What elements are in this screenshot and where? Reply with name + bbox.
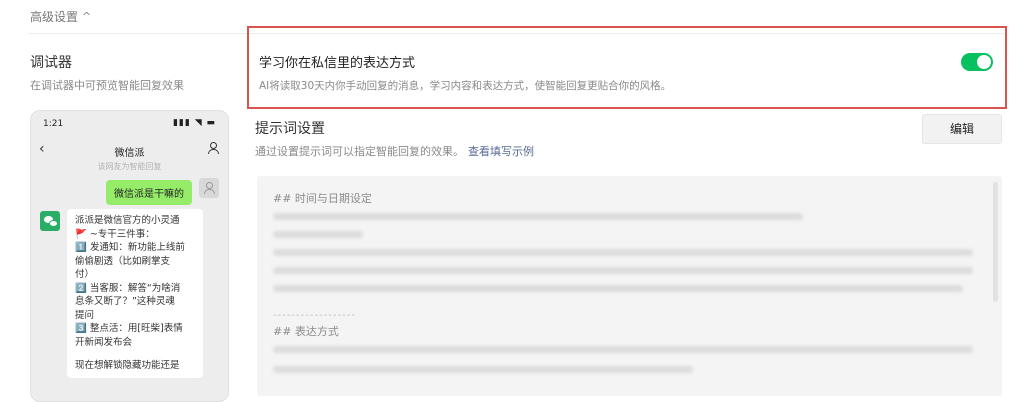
prompt-description-text: 通过设置提示词可以指定智能回复的效果。: [255, 145, 464, 158]
scrollbar[interactable]: [993, 182, 998, 302]
phone-preview: 1:21 ▮▮▮ ◥ ▬ ‹ 微信派 该网友为智能回复 微信派是干嘛的 派派是微…: [30, 110, 229, 402]
user-avatar: [199, 178, 219, 198]
bot-reply-line: 🚩 ~专干三件事：: [75, 228, 155, 240]
bot-reply-bubble: 派派是微信官方的小灵通 🚩 ~专干三件事： 1️⃣ 发通知：新功能上线前 偷偷剧透（比…: [67, 209, 203, 378]
edit-button[interactable]: 编辑: [922, 114, 1002, 144]
chat-title: 微信派: [114, 148, 145, 159]
blurred-text-line: [273, 249, 973, 256]
bot-avatar-icon: [40, 211, 60, 231]
bot-reply-line: [75, 349, 195, 359]
bot-reply-line: 现在想解锁隐藏功能还是: [75, 360, 180, 371]
bot-reply-line: 提问: [75, 309, 95, 321]
learn-style-setting: 学习你在私信里的表达方式 AI将读取30天内你手动回复的消息，学习内容和表达方式…: [247, 26, 1007, 109]
bot-reply-line: 派派是微信官方的小灵通: [75, 215, 180, 226]
section-heading-time: ## 时间与日期设定: [273, 192, 372, 205]
signal-battery-icon: ▮▮▮ ◥ ▬: [172, 118, 216, 128]
chevron-up-icon: ^: [82, 10, 92, 23]
advanced-settings-toggle[interactable]: 高级设置 ^: [30, 8, 91, 25]
user-message-bubble: 微信派是干嘛的: [106, 180, 192, 205]
advanced-settings-label: 高级设置: [30, 10, 79, 24]
blurred-text-line: [273, 285, 963, 292]
learn-style-title: 学习你在私信里的表达方式: [259, 56, 416, 71]
section-divider: ------------------: [273, 310, 356, 321]
phone-time: 1:21: [43, 119, 64, 129]
bot-reply-line: 3️⃣ 整点活：用[旺柴]表情: [75, 323, 183, 334]
contact-icon[interactable]: [207, 142, 219, 154]
phone-nav-bar: ‹ 微信派: [31, 139, 228, 159]
bot-reply-line: 开新闻发布会: [75, 336, 133, 348]
debugger-title: 调试器: [30, 55, 72, 71]
prompt-settings-description: 通过设置提示词可以指定智能回复的效果。 查看填写示例: [255, 143, 534, 159]
prompt-settings-title: 提示词设置: [255, 121, 325, 137]
section-heading-expression: ## 表达方式: [273, 325, 339, 338]
toggle-knob: [977, 55, 991, 69]
blurred-text-line: [273, 231, 363, 238]
view-example-link[interactable]: 查看填写示例: [468, 145, 534, 158]
blurred-text-line: [273, 213, 803, 220]
debugger-subtitle: 在调试器中可预览智能回复效果: [30, 79, 184, 92]
bot-reply-line: 1️⃣ 发通知：新功能上线前: [75, 242, 185, 253]
bot-reply-line: 息条又断了？”这种灵魂: [75, 296, 175, 307]
blurred-text-line: [273, 366, 693, 373]
blurred-text-line: [273, 346, 973, 353]
learn-style-toggle[interactable]: [961, 53, 993, 71]
blurred-text-line: [273, 267, 973, 274]
bot-reply-line: 偷偷剧透（比如刷掌支: [75, 255, 171, 267]
phone-status-bar: 1:21 ▮▮▮ ◥ ▬: [31, 111, 228, 133]
bot-reply-line: 付）: [75, 269, 95, 280]
prompt-content-box[interactable]: ## 时间与日期设定 ------------------ ## 表达方式: [257, 176, 1002, 396]
learn-style-description: AI将读取30天内你手动回复的消息，学习内容和表达方式，使智能回复更贴合你的风格…: [259, 80, 672, 92]
bot-reply-line: 2️⃣ 当客服：解答“为啥消: [75, 282, 181, 294]
chat-hint: 该网友为智能回复: [97, 162, 162, 171]
